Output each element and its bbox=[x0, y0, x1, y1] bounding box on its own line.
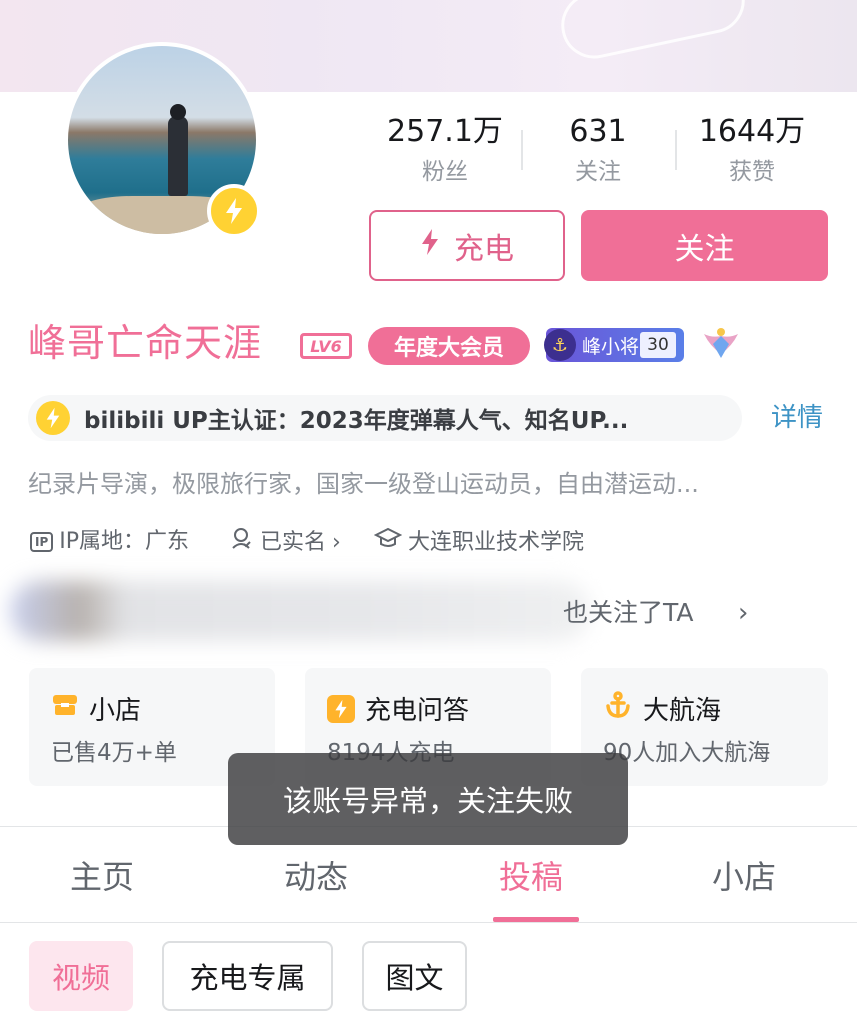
stat-value: 257.1万 bbox=[387, 114, 503, 149]
stat-fans[interactable]: 257.1万 粉丝 bbox=[385, 112, 505, 190]
filter-video[interactable]: 视频 bbox=[29, 941, 133, 1011]
vip-badge[interactable]: 年度大会员 bbox=[368, 327, 530, 365]
charge-button[interactable]: 充电 bbox=[369, 210, 565, 281]
bio[interactable]: 纪录片导演，极限旅行家，国家一级登山运动员，自由潜运动... bbox=[28, 466, 699, 502]
wing-medal-icon[interactable] bbox=[700, 324, 742, 364]
ip-icon: IP bbox=[30, 532, 54, 552]
tab-home[interactable]: 主页 bbox=[70, 852, 134, 902]
blurred-avatars bbox=[10, 581, 590, 641]
chevron-right-icon: › bbox=[332, 530, 341, 555]
anchor-icon bbox=[603, 690, 633, 727]
card-title: 大航海 bbox=[643, 696, 722, 726]
school[interactable]: 大连职业技术学院 bbox=[373, 526, 585, 560]
ip-location-text: IP属地：广东 bbox=[59, 529, 190, 554]
divider bbox=[0, 922, 857, 923]
real-name-verified[interactable]: 已实名 › bbox=[230, 526, 341, 560]
lightning-icon bbox=[207, 184, 261, 238]
charge-qa-icon bbox=[327, 694, 355, 723]
card-subtitle: 90人加入大航海 bbox=[603, 740, 771, 766]
stat-label: 关注 bbox=[575, 159, 621, 185]
stat-following[interactable]: 631 关注 bbox=[548, 112, 648, 190]
school-name: 大连职业技术学院 bbox=[408, 530, 585, 555]
up-certification[interactable]: bilibili UP主认证：2023年度弹幕人气、知名UP... bbox=[28, 395, 742, 441]
mutual-follows-text: 也关注了TA bbox=[563, 598, 694, 627]
verified-user-icon bbox=[230, 526, 254, 560]
card-title: 小店 bbox=[89, 696, 142, 726]
level-badge: LV6 bbox=[300, 333, 352, 359]
fan-medal[interactable]: ⚓ 峰小将 30 bbox=[544, 328, 684, 362]
mutual-follows-row[interactable]: 也关注了TA › bbox=[0, 575, 857, 655]
filter-image-text[interactable]: 图文 bbox=[362, 941, 467, 1011]
follow-button[interactable]: 关注 bbox=[581, 210, 828, 281]
username: 峰哥亡命天涯 bbox=[28, 321, 263, 365]
lightning-icon bbox=[36, 401, 70, 435]
tab-shop[interactable]: 小店 bbox=[712, 852, 776, 902]
shop-icon bbox=[51, 691, 79, 726]
anchor-icon: ⚓ bbox=[544, 329, 576, 361]
fan-medal-name: 峰小将 bbox=[582, 335, 640, 358]
tab-uploads[interactable]: 投稿 bbox=[499, 852, 563, 902]
toast-message: 该账号异常，关注失败 bbox=[228, 753, 628, 845]
filter-charge-exclusive[interactable]: 充电专属 bbox=[162, 941, 333, 1011]
card-subtitle: 已售4万+单 bbox=[51, 740, 177, 766]
stat-value: 1644万 bbox=[698, 114, 806, 149]
verified-text: 已实名 bbox=[260, 530, 327, 555]
chevron-right-icon: › bbox=[738, 598, 749, 628]
graduation-cap-icon bbox=[373, 526, 403, 560]
divider bbox=[675, 130, 677, 170]
lightning-icon bbox=[420, 228, 440, 264]
card-title: 充电问答 bbox=[365, 696, 470, 726]
ip-location: IP IP属地：广东 bbox=[30, 526, 189, 558]
fan-medal-level: 30 bbox=[640, 332, 676, 358]
stat-likes[interactable]: 1644万 获赞 bbox=[692, 112, 812, 190]
divider bbox=[521, 130, 523, 170]
stat-value: 631 bbox=[569, 114, 627, 149]
certification-text: bilibili UP主认证：2023年度弹幕人气、知名UP... bbox=[84, 408, 629, 434]
details-link[interactable]: 详情 bbox=[771, 398, 823, 438]
stat-label: 粉丝 bbox=[422, 159, 468, 185]
tab-dynamic[interactable]: 动态 bbox=[284, 852, 348, 902]
stat-label: 获赞 bbox=[729, 159, 775, 185]
charge-label: 充电 bbox=[454, 231, 514, 267]
